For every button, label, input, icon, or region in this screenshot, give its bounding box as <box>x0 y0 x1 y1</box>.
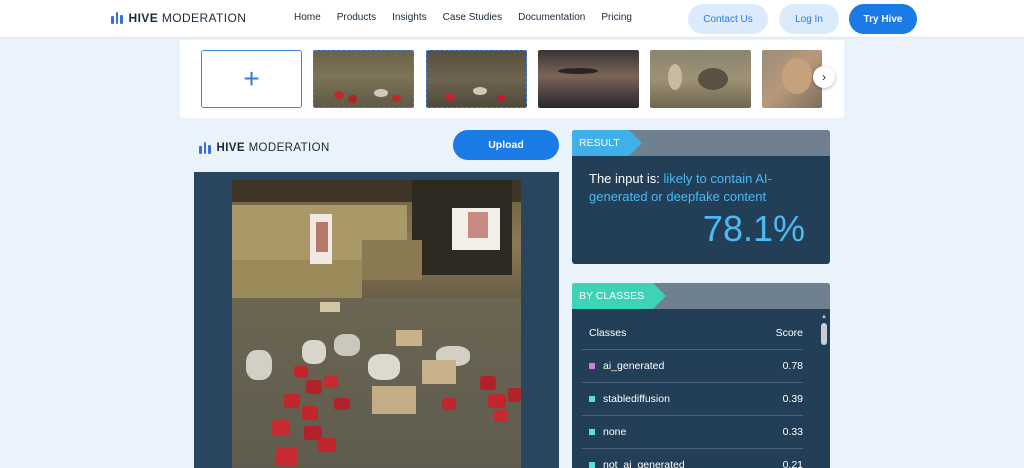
class-color-swatch <box>589 429 595 435</box>
logo-bold: HIVE <box>128 11 159 25</box>
nav-case-studies[interactable]: Case Studies <box>443 12 502 23</box>
hive-logo-icon <box>199 142 211 154</box>
class-score: 0.78 <box>782 360 803 372</box>
scroll-up-icon[interactable]: ▲ <box>821 314 827 320</box>
class-row: stablediffusion 0.39 <box>582 382 803 415</box>
result-score: 78.1% <box>702 208 805 249</box>
thumbnail-flooded-store-2[interactable] <box>426 50 527 108</box>
nav-products[interactable]: Products <box>337 12 376 23</box>
nav-home[interactable]: Home <box>294 12 321 23</box>
class-score: 0.39 <box>782 393 803 405</box>
classes-card: BY CLASSES Classes Score ai_generated 0.… <box>572 283 830 468</box>
hive-logo-secondary: HIVE MODERATION <box>199 142 330 154</box>
try-hive-button[interactable]: Try Hive <box>849 4 917 34</box>
upload-button[interactable]: Upload <box>453 130 559 160</box>
result-card: RESULT The input is: likely to contain A… <box>572 130 830 264</box>
class-row: ai_generated 0.78 <box>582 349 803 382</box>
class-color-swatch <box>589 462 595 468</box>
result-tag: RESULT <box>572 130 642 156</box>
class-score: 0.33 <box>782 426 803 438</box>
logo-light: MODERATION <box>248 142 330 154</box>
analyzed-image <box>232 180 521 468</box>
add-image-button[interactable]: + <box>201 50 302 108</box>
image-viewer <box>194 172 559 468</box>
class-name: stablediffusion <box>603 393 670 405</box>
class-color-swatch <box>589 363 595 369</box>
column-classes: Classes <box>589 327 627 339</box>
nav-documentation[interactable]: Documentation <box>518 12 585 23</box>
nav-pricing[interactable]: Pricing <box>601 12 632 23</box>
thumbnail-sunset-landscape[interactable] <box>538 50 639 108</box>
class-score: 0.21 <box>782 459 803 468</box>
thumbnail-flooded-store[interactable] <box>313 50 414 108</box>
class-name: none <box>603 426 627 438</box>
class-color-swatch <box>589 396 595 402</box>
sample-strip: + › <box>180 40 844 118</box>
thumbnail-elephants-painting[interactable] <box>650 50 751 108</box>
nav-insights[interactable]: Insights <box>392 12 426 23</box>
top-nav: HIVE MODERATION Home Products Insights C… <box>0 0 1024 38</box>
classes-tag: BY CLASSES <box>572 283 667 309</box>
class-name: ai_generated <box>603 360 665 372</box>
result-prefix: The input is: <box>589 171 664 186</box>
logo-bold: HIVE <box>216 142 245 154</box>
class-row: none 0.33 <box>582 415 803 448</box>
contact-us-button[interactable]: Contact Us <box>688 4 768 34</box>
result-card-header: RESULT <box>572 130 830 156</box>
chevron-right-icon[interactable]: › <box>813 66 835 88</box>
hive-logo-icon <box>111 12 123 24</box>
classes-table-header: Classes Score <box>589 327 803 339</box>
column-score: Score <box>775 327 803 339</box>
main-menu: Home Products Insights Case Studies Docu… <box>294 12 632 23</box>
classes-card-header: BY CLASSES <box>572 283 830 309</box>
class-name: not_ai_generated <box>603 459 685 468</box>
logo-light: MODERATION <box>161 11 247 25</box>
result-verdict: The input is: likely to contain AI-gener… <box>589 170 819 206</box>
class-row: not_ai_generated 0.21 <box>582 448 803 468</box>
scrollbar-thumb[interactable] <box>821 323 827 345</box>
hive-logo[interactable]: HIVE MODERATION <box>111 11 246 25</box>
login-button[interactable]: Log In <box>779 4 839 34</box>
